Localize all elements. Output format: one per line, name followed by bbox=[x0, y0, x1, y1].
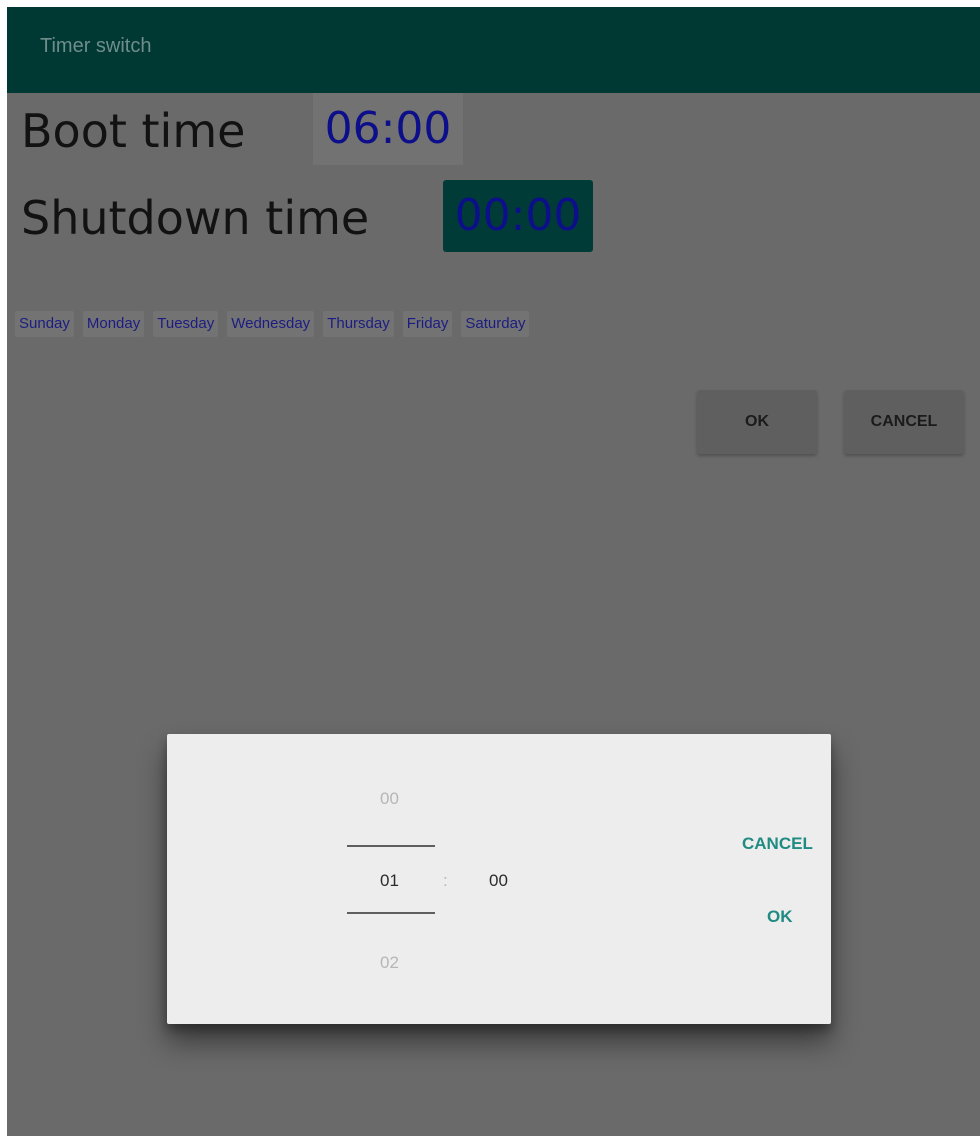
day-wednesday[interactable]: Wednesday bbox=[227, 311, 315, 337]
minute-selected-value[interactable]: 00 bbox=[489, 872, 508, 889]
day-friday[interactable]: Friday bbox=[402, 311, 453, 337]
hour-selected-value[interactable]: 01 bbox=[380, 872, 399, 889]
app-screen: Timer switch Boot time 06:00 Shutdown ti… bbox=[7, 7, 980, 1136]
dialog-cancel-button[interactable]: CANCEL bbox=[742, 835, 813, 852]
day-tuesday[interactable]: Tuesday bbox=[153, 311, 219, 337]
day-sunday[interactable]: Sunday bbox=[15, 311, 74, 337]
dialog-ok-button[interactable]: OK bbox=[767, 908, 793, 925]
shutdown-time-value[interactable]: 00:00 bbox=[443, 180, 593, 252]
time-picker-dialog: 00 01 : 00 02 CANCEL OK bbox=[167, 734, 831, 1024]
app-title: Timer switch bbox=[40, 35, 152, 57]
day-monday[interactable]: Monday bbox=[82, 311, 145, 337]
picker-divider-top bbox=[347, 845, 435, 847]
shutdown-time-label: Shutdown time bbox=[21, 191, 370, 245]
day-thursday[interactable]: Thursday bbox=[323, 311, 394, 337]
time-separator: : bbox=[443, 871, 448, 890]
ok-button[interactable]: OK bbox=[697, 390, 817, 454]
hour-previous-value[interactable]: 00 bbox=[380, 790, 399, 807]
picker-divider-bottom bbox=[347, 912, 435, 914]
weekday-selector: Sunday Monday Tuesday Wednesday Thursday… bbox=[15, 311, 530, 337]
day-saturday[interactable]: Saturday bbox=[461, 311, 530, 337]
app-bar: Timer switch bbox=[7, 7, 980, 93]
boot-time-value[interactable]: 06:00 bbox=[313, 93, 463, 165]
hour-next-value[interactable]: 02 bbox=[380, 954, 399, 971]
boot-time-label: Boot time bbox=[21, 104, 246, 158]
cancel-button[interactable]: CANCEL bbox=[844, 390, 964, 454]
